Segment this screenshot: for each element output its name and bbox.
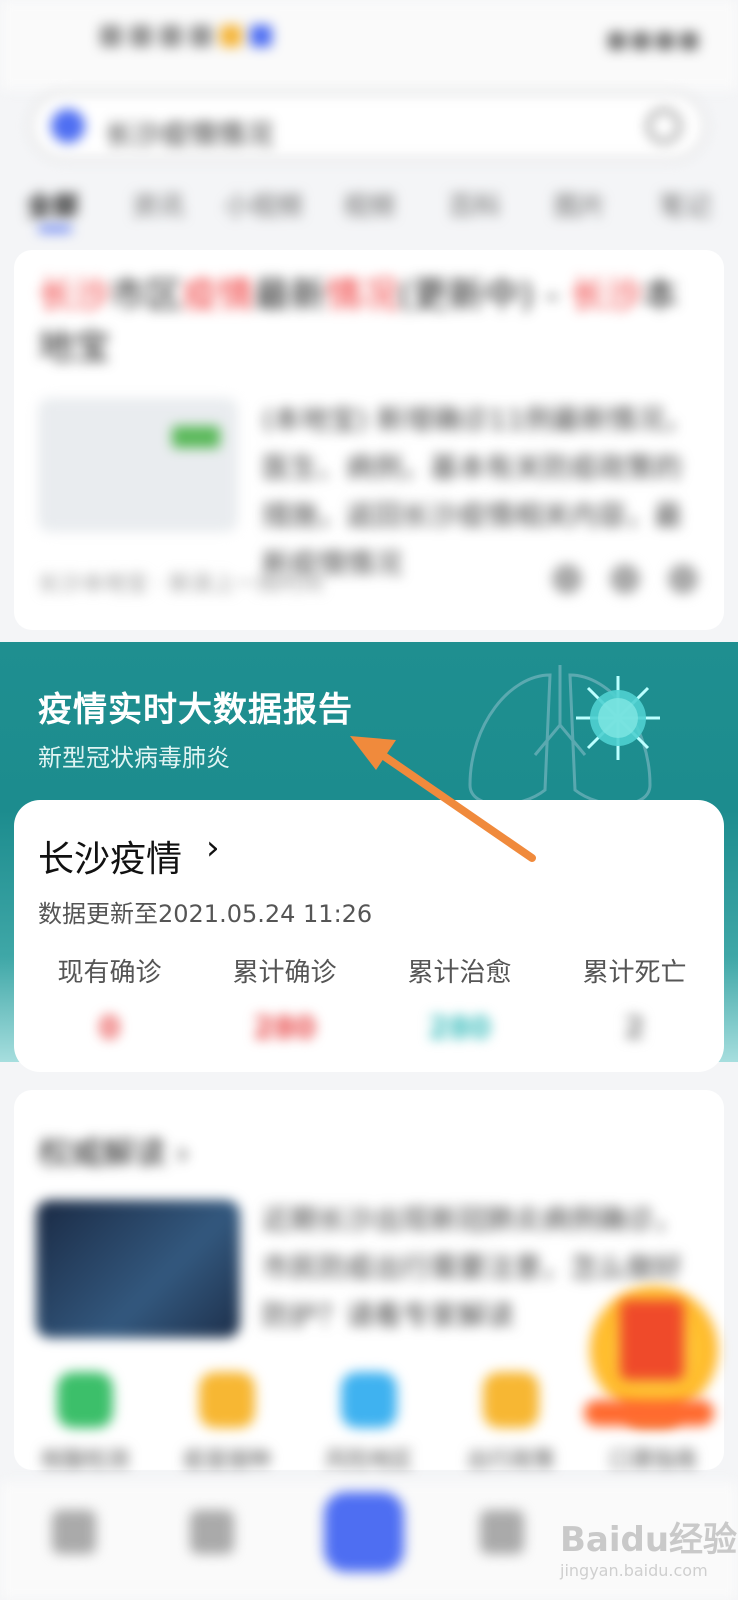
- tab-video[interactable]: 视频: [316, 176, 421, 236]
- shortcut-label: 风险地区: [324, 1448, 413, 1473]
- title-part: 市区: [110, 275, 183, 316]
- notification-icon: [190, 25, 212, 47]
- signal-icon: [608, 32, 626, 50]
- search-bar[interactable]: 长沙疫情情况: [30, 92, 706, 160]
- comment-icon[interactable]: [610, 564, 640, 594]
- tab-images[interactable]: 图片: [527, 176, 632, 236]
- red-envelope-icon: [620, 1300, 684, 1380]
- shortcut-icon: [57, 1372, 113, 1428]
- shortcut-label: 核酸检测: [40, 1448, 129, 1473]
- chevron-right-icon[interactable]: ›: [206, 828, 220, 868]
- active-tab-indicator: [38, 226, 72, 232]
- shortcut-item[interactable]: 疫苗接种: [156, 1372, 298, 1474]
- update-time: 数据更新至2021.05.24 11:26: [38, 900, 373, 928]
- signal-icon: [632, 32, 650, 50]
- shortcut-item[interactable]: 风险地区: [298, 1372, 440, 1474]
- watermark-url: jingyan.baidu.com: [560, 1561, 708, 1580]
- article-description: (本地宝) 新增确诊11例最新情况，医生、病例，基本有关防疫政策的措施，返回长沙…: [262, 403, 693, 580]
- stat-total-confirmed[interactable]: 累计确诊 280: [197, 952, 372, 1046]
- stat-value: 2: [624, 1011, 645, 1046]
- camera-icon[interactable]: [647, 109, 681, 143]
- forward-icon[interactable]: [190, 1510, 234, 1554]
- city-epidemic-link[interactable]: 长沙疫情: [38, 830, 182, 882]
- tab-baike[interactable]: 百科: [422, 176, 527, 236]
- notification-icon: [100, 25, 122, 47]
- watermark-brand: Baidu经验: [560, 1520, 738, 1560]
- title-part: 疫情: [182, 275, 255, 316]
- stat-label: 累计死亡: [582, 958, 687, 988]
- stat-label: 现有确诊: [57, 958, 162, 988]
- shortcut-item[interactable]: 核酸检测: [14, 1372, 156, 1474]
- app-icon: [250, 25, 272, 47]
- baidu-logo-icon: [51, 109, 85, 143]
- tabs-icon[interactable]: [480, 1510, 524, 1554]
- banner-subtitle: 新型冠状病毒肺炎: [38, 744, 230, 772]
- article-thumbnail[interactable]: [38, 398, 238, 532]
- virus-icon: [576, 676, 660, 760]
- like-icon[interactable]: [552, 564, 582, 594]
- stat-value: 0: [99, 1011, 120, 1046]
- thumbnail-badge: [172, 426, 220, 448]
- notification-icon: [160, 25, 182, 47]
- notification-icon: [130, 25, 152, 47]
- shortcut-item[interactable]: 出行政策: [440, 1372, 582, 1474]
- shortcut-label: 口罩指南: [608, 1448, 697, 1473]
- interpretation-thumbnail[interactable]: [36, 1200, 240, 1338]
- tab-notes[interactable]: 笔记: [633, 176, 738, 236]
- search-input[interactable]: 长沙疫情情况: [105, 113, 273, 153]
- stat-label: 累计确诊: [232, 958, 337, 988]
- stat-total-cured[interactable]: 累计治愈 280: [372, 952, 547, 1046]
- shortcut-icon: [483, 1372, 539, 1428]
- status-icons-right: [608, 32, 698, 50]
- battery-icon: [680, 32, 698, 50]
- article-source: 长沙本地宝 · 新浪上一周时间: [38, 572, 323, 597]
- shortcut-icon: [199, 1372, 255, 1428]
- shortcut-icon: [341, 1372, 397, 1428]
- status-icons-left: [100, 25, 272, 47]
- tab-news[interactable]: 资讯: [105, 176, 210, 236]
- stat-value: 280: [428, 1011, 491, 1046]
- app-icon: [220, 25, 242, 47]
- title-part: (更新中) -: [398, 275, 571, 316]
- more-icon[interactable]: [668, 564, 698, 594]
- interpretation-title[interactable]: 权威解读 ›: [38, 1128, 189, 1174]
- search-tabs: 全部 资讯 小视频 视频 百科 图片 笔记: [0, 176, 738, 236]
- back-icon[interactable]: [52, 1510, 96, 1554]
- shortcut-label: 疫苗接种: [182, 1448, 271, 1473]
- banner-title[interactable]: 疫情实时大数据报告: [38, 682, 353, 731]
- stat-current-confirmed[interactable]: 现有确诊 0: [22, 952, 197, 1046]
- tab-short-video[interactable]: 小视频: [211, 176, 316, 236]
- stat-label: 累计治愈: [407, 958, 512, 988]
- promo-ribbon: [584, 1400, 714, 1426]
- home-button[interactable]: [324, 1492, 404, 1572]
- wifi-icon: [656, 32, 674, 50]
- title-part: 情况: [326, 275, 399, 316]
- title-part: 长沙: [570, 275, 643, 316]
- status-bar: [0, 0, 738, 90]
- shortcut-label: 出行政策: [466, 1448, 555, 1473]
- stats-row: 现有确诊 0 累计确诊 280 累计治愈 280 累计死亡 2: [22, 952, 722, 1046]
- article-actions: [552, 564, 698, 594]
- baidu-jingyan-watermark: Baidu经验 jingyan.baidu.com: [560, 1512, 737, 1580]
- stat-value: 280: [253, 1011, 316, 1046]
- article-title[interactable]: 长沙市区疫情最新情况(更新中) - 长沙本地宝: [38, 270, 688, 374]
- stat-total-deaths[interactable]: 累计死亡 2: [547, 952, 722, 1046]
- title-part: 最新: [254, 275, 327, 316]
- title-part: 长沙: [38, 275, 111, 316]
